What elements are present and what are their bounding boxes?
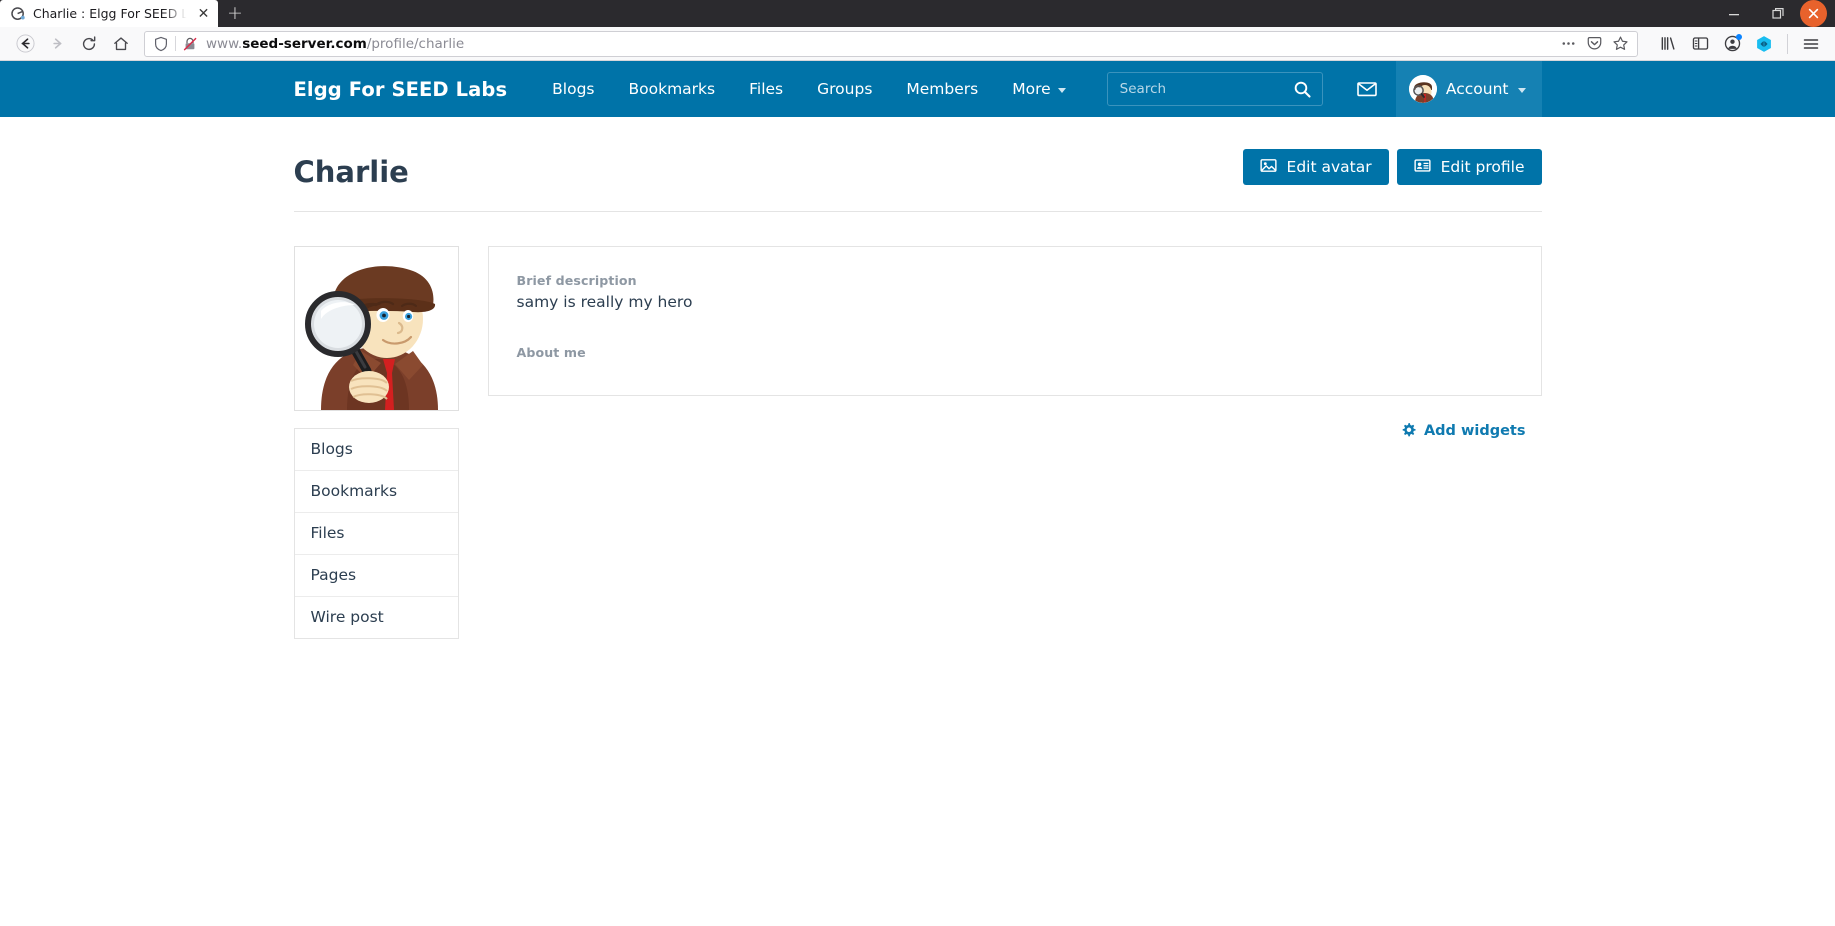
url-divider: [175, 36, 176, 51]
url-actions: [1560, 35, 1631, 52]
menu-item-bookmarks[interactable]: Bookmarks: [294, 471, 458, 513]
nav-item-groups[interactable]: Groups: [800, 61, 889, 117]
elgg-favicon: [10, 6, 26, 22]
gear-icon: [1401, 422, 1416, 441]
nav-item-members[interactable]: Members: [889, 61, 995, 117]
field-label: Brief description: [516, 272, 637, 288]
reload-button[interactable]: [74, 29, 104, 59]
nav-item-blogs[interactable]: Blogs: [535, 61, 611, 117]
sidebar-icon[interactable]: [1686, 30, 1714, 58]
chevron-down-icon: [1057, 87, 1066, 93]
chevron-down-icon: [1517, 87, 1526, 93]
widgets-row: Add widgets: [488, 396, 1542, 441]
toolbar-divider: [1787, 33, 1788, 54]
broken-lock-icon[interactable]: [182, 36, 198, 52]
star-icon[interactable]: [1612, 35, 1629, 52]
edit-avatar-label: Edit avatar: [1286, 158, 1372, 176]
maximize-restore-button[interactable]: [1756, 0, 1800, 27]
menu-item-files[interactable]: Files: [294, 513, 458, 555]
profile-actions: Edit avatar Edit profile: [1242, 149, 1542, 185]
search-icon[interactable]: [1293, 80, 1312, 99]
image-icon: [1259, 157, 1277, 178]
address-bar[interactable]: www.seed-server.com/profile/charlie: [144, 30, 1638, 57]
tab-title: Charlie : Elgg For SEED L: [33, 6, 188, 21]
nav-item-bookmarks[interactable]: Bookmarks: [612, 61, 733, 117]
forward-button[interactable]: [42, 29, 72, 59]
page-title: Charlie: [293, 155, 409, 189]
envelope-icon[interactable]: [1338, 61, 1396, 117]
profile-header: Charlie Edit avatar Edit profile: [293, 117, 1542, 212]
nav-item-files[interactable]: Files: [732, 61, 800, 117]
page-actions-icon[interactable]: [1560, 35, 1577, 52]
profile-sidebar: Blogs Bookmarks Files Pages Wire post: [293, 245, 459, 639]
menu-item-wire-post[interactable]: Wire post: [295, 597, 458, 638]
tracking-protection-shield-icon[interactable]: [153, 36, 169, 52]
site-header-right: Account: [1338, 61, 1542, 117]
profile-body: Blogs Bookmarks Files Pages Wire post Br…: [293, 212, 1542, 639]
browser-window: Charlie : Elgg For SEED L ✕ + www.seed-s…: [0, 0, 1835, 926]
page-viewport: Elgg For SEED Labs Blogs Bookmarks Files…: [0, 61, 1835, 926]
back-button[interactable]: [10, 29, 40, 59]
field-about-me: About me: [517, 345, 1513, 360]
field-label: About me: [516, 344, 586, 360]
site-header: Elgg For SEED Labs Blogs Bookmarks Files…: [0, 61, 1835, 117]
library-icon[interactable]: [1654, 30, 1682, 58]
edit-profile-button[interactable]: Edit profile: [1396, 149, 1542, 185]
edit-avatar-button[interactable]: Edit avatar: [1242, 149, 1389, 185]
menu-item-blogs[interactable]: Blogs: [294, 429, 458, 471]
browser-toolbar-icons: [1646, 30, 1825, 58]
window-controls: [1712, 0, 1835, 27]
account-label: Account: [1445, 80, 1509, 98]
hamburger-menu-icon[interactable]: [1797, 30, 1825, 58]
new-tab-button[interactable]: +: [218, 0, 252, 27]
nav-item-more[interactable]: More: [995, 61, 1082, 117]
menu-item-pages[interactable]: Pages: [294, 555, 458, 597]
site-search[interactable]: [1106, 72, 1323, 106]
browser-toolbar: www.seed-server.com/profile/charlie: [0, 27, 1835, 61]
url-text: www.seed-server.com/profile/charlie: [206, 35, 465, 52]
add-widgets-label: Add widgets: [1423, 423, 1526, 440]
account-icon[interactable]: [1718, 30, 1746, 58]
field-value: samy is really my hero: [516, 292, 693, 311]
home-button[interactable]: [106, 29, 136, 59]
avatar: [1408, 75, 1437, 103]
edit-profile-label: Edit profile: [1440, 158, 1525, 176]
page-content: Charlie Edit avatar Edit profile Blogs B…: [293, 117, 1542, 639]
account-notification-dot: [1736, 33, 1742, 40]
detective-avatar-large[interactable]: [293, 245, 459, 411]
site-brand[interactable]: Elgg For SEED Labs: [294, 78, 508, 101]
pocket-icon[interactable]: [1586, 35, 1603, 52]
site-nav: Blogs Bookmarks Files Groups Members Mor…: [535, 61, 1083, 117]
add-widgets-button[interactable]: Add widgets: [1401, 422, 1526, 441]
close-window-button[interactable]: [1800, 0, 1827, 27]
extension-hexagon-icon[interactable]: [1750, 30, 1778, 58]
field-brief-description: Brief description samy is really my hero: [517, 273, 1513, 311]
search-input[interactable]: [1119, 81, 1293, 97]
minimize-button[interactable]: [1712, 0, 1756, 27]
id-card-icon: [1414, 157, 1431, 178]
profile-main: Brief description samy is really my hero…: [487, 245, 1542, 441]
profile-menu: Blogs Bookmarks Files Pages Wire post: [293, 427, 459, 639]
browser-titlebar: Charlie : Elgg For SEED L ✕ +: [0, 0, 1835, 27]
account-menu[interactable]: Account: [1395, 61, 1542, 117]
profile-details-card: Brief description samy is really my hero…: [487, 245, 1542, 396]
close-icon[interactable]: ✕: [195, 5, 212, 22]
browser-tab[interactable]: Charlie : Elgg For SEED L ✕: [0, 0, 218, 27]
